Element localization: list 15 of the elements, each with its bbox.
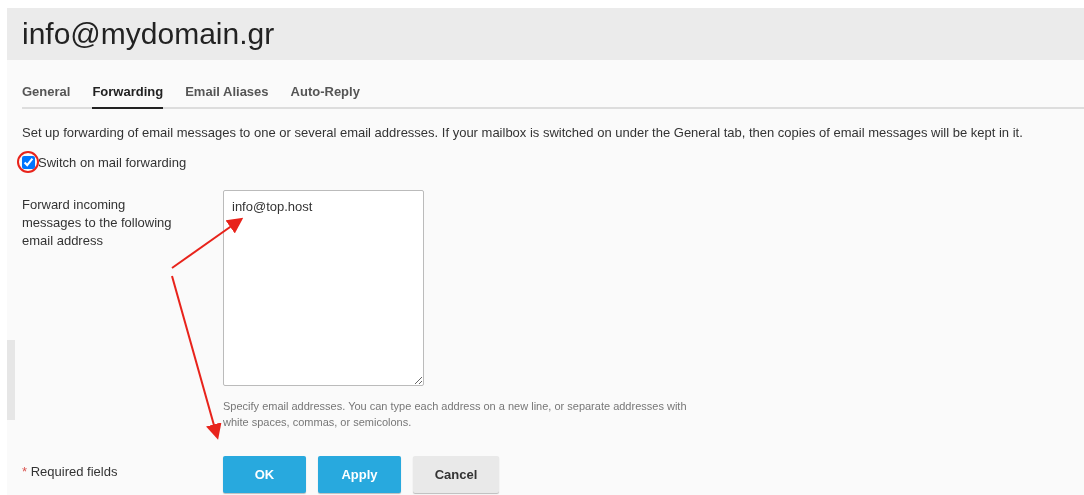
cancel-button[interactable]: Cancel bbox=[413, 456, 499, 493]
field-hint: Specify email addresses. You can type each address on a new line, or separate addresses with white spaces, commas, or semicolons. bbox=[223, 399, 688, 430]
required-fields-note: * Required fields bbox=[22, 464, 118, 479]
tab[interactable]: Auto-Reply bbox=[290, 82, 360, 109]
field-label: Forward incoming messages to the following email address bbox=[22, 195, 173, 250]
checkbox-label[interactable]: Switch on mail forwarding bbox=[38, 153, 187, 173]
tab[interactable]: Email Aliases bbox=[185, 82, 269, 109]
annotation-circle bbox=[17, 151, 39, 173]
side-panel-handle[interactable] bbox=[7, 340, 15, 420]
email-addresses-field[interactable]: info@top.host bbox=[223, 189, 424, 386]
page-title: info@mydomain.gr bbox=[22, 16, 275, 52]
tab[interactable]: Forwarding bbox=[92, 82, 164, 109]
tab[interactable]: General bbox=[22, 82, 71, 109]
description-text: Set up forwarding of email messages to one or several email addresses. If your mailbox is switched on under the General tab, then copies of email messages will be kept in it. bbox=[22, 123, 1024, 142]
forwarding-checkbox[interactable] bbox=[22, 156, 35, 170]
